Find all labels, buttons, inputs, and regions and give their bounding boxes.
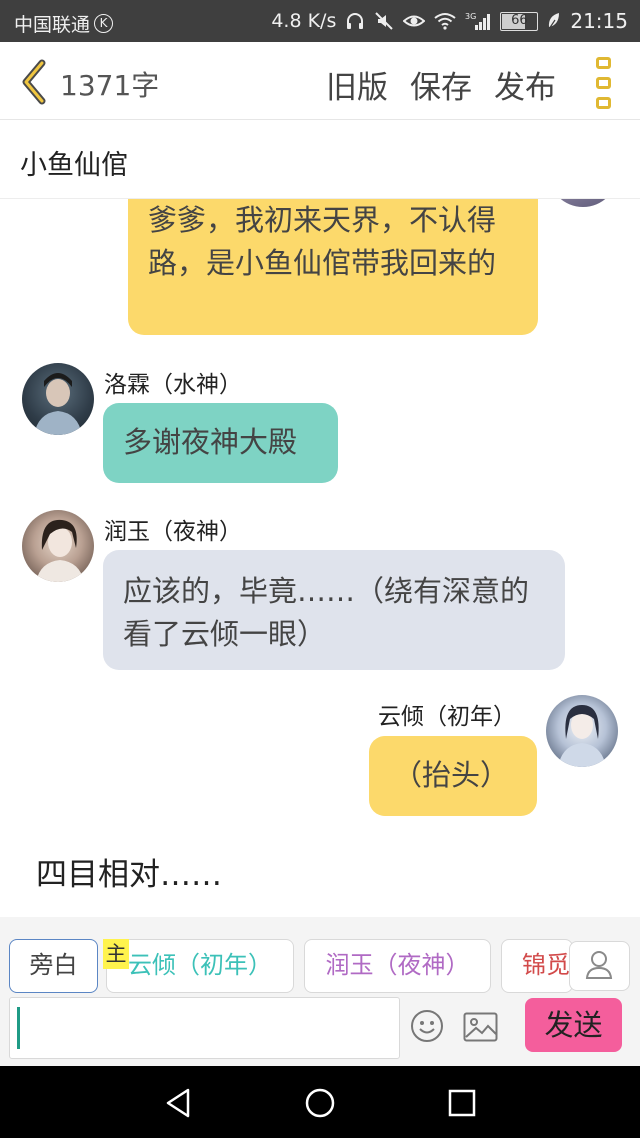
emoji-icon[interactable]: [410, 1009, 444, 1043]
system-nav-bar: [0, 1066, 640, 1138]
person-icon: [34, 373, 82, 435]
save-button[interactable]: 保存: [410, 62, 472, 107]
leaf-icon: [548, 13, 560, 30]
story-title-row[interactable]: 小鱼仙倌: [0, 121, 640, 199]
role-selector: 旁白 云倾（初年） 主 润玉（夜神） 锦觅: [0, 917, 640, 993]
image-icon[interactable]: [463, 1012, 498, 1042]
eye-icon: [403, 15, 426, 27]
status-bar: 中国联通 K 4.8 K/s 3G 66 21:15: [0, 0, 640, 42]
story-title: 小鱼仙倌: [20, 150, 128, 181]
network-type: 3G: [465, 12, 476, 21]
nav-recent-icon[interactable]: [445, 1086, 479, 1120]
speaker-name: 洛霖（水神）: [104, 372, 242, 398]
avatar[interactable]: [22, 363, 94, 435]
network-speed: 4.8 K/s: [271, 10, 337, 32]
composer-bar: 发送: [0, 993, 640, 1066]
avatar[interactable]: [546, 695, 618, 767]
chat-bubble[interactable]: 爹爹，我初来天界，不认得路，是小鱼仙倌带我回来的: [128, 199, 538, 335]
main-role-badge: 主: [103, 939, 129, 969]
nav-back-icon[interactable]: [162, 1086, 196, 1120]
mute-icon: [375, 12, 394, 30]
battery-indicator: 66: [500, 11, 539, 31]
chat-thread[interactable]: 爹爹，我初来天界，不认得路，是小鱼仙倌带我回来的 洛霖（水神） 多谢夜神大殿 润…: [0, 199, 640, 917]
message-input[interactable]: [9, 997, 400, 1059]
publish-button[interactable]: 发布: [494, 62, 556, 107]
carrier-name: 中国联通: [14, 14, 91, 36]
text-caret: [17, 1007, 20, 1049]
avatar[interactable]: [548, 199, 618, 207]
headphone-icon: [347, 13, 364, 29]
add-role-button[interactable]: [569, 941, 630, 991]
speaker-name: 润玉（夜神）: [104, 519, 242, 545]
signal-icon: 3G: [465, 12, 491, 30]
role-chip-narrator[interactable]: 旁白: [9, 939, 98, 993]
more-menu-button[interactable]: [594, 57, 614, 109]
editor-header: 1371字 旧版 保存 发布: [0, 42, 640, 120]
clock: 21:15: [570, 9, 628, 33]
wifi-icon: [434, 13, 456, 30]
role-chip-yunqing[interactable]: 云倾（初年）: [106, 939, 294, 993]
speaker-name: 云倾（初年）: [378, 704, 516, 730]
chat-bubble[interactable]: 应该的，毕竟……（绕有深意的看了云倾一眼）: [103, 550, 565, 670]
battery-level: 66: [511, 12, 528, 28]
chat-bubble[interactable]: （抬头）: [369, 736, 537, 816]
back-icon[interactable]: [18, 59, 50, 105]
role-chip-jinmi[interactable]: 锦觅: [501, 939, 573, 993]
more-dot-icon: [596, 97, 611, 109]
send-button[interactable]: 发送: [525, 998, 622, 1052]
nav-home-icon[interactable]: [303, 1086, 337, 1120]
more-dot-icon: [596, 57, 611, 69]
carrier-badge: K: [94, 14, 114, 33]
word-count: 1371字: [60, 69, 160, 102]
narration-text[interactable]: 四目相对……: [36, 849, 222, 894]
person-icon: [36, 519, 84, 582]
carrier-info: 中国联通 K: [14, 10, 114, 37]
status-icons: 4.8 K/s 3G 66 21:15: [271, 9, 628, 33]
user-icon: [585, 951, 613, 979]
chat-bubble[interactable]: 多谢夜神大殿: [103, 403, 338, 483]
avatar[interactable]: [22, 510, 94, 582]
more-dot-icon: [596, 77, 611, 89]
person-icon: [558, 705, 606, 767]
old-version-button[interactable]: 旧版: [326, 62, 388, 107]
role-chip-runyu[interactable]: 润玉（夜神）: [304, 939, 491, 993]
